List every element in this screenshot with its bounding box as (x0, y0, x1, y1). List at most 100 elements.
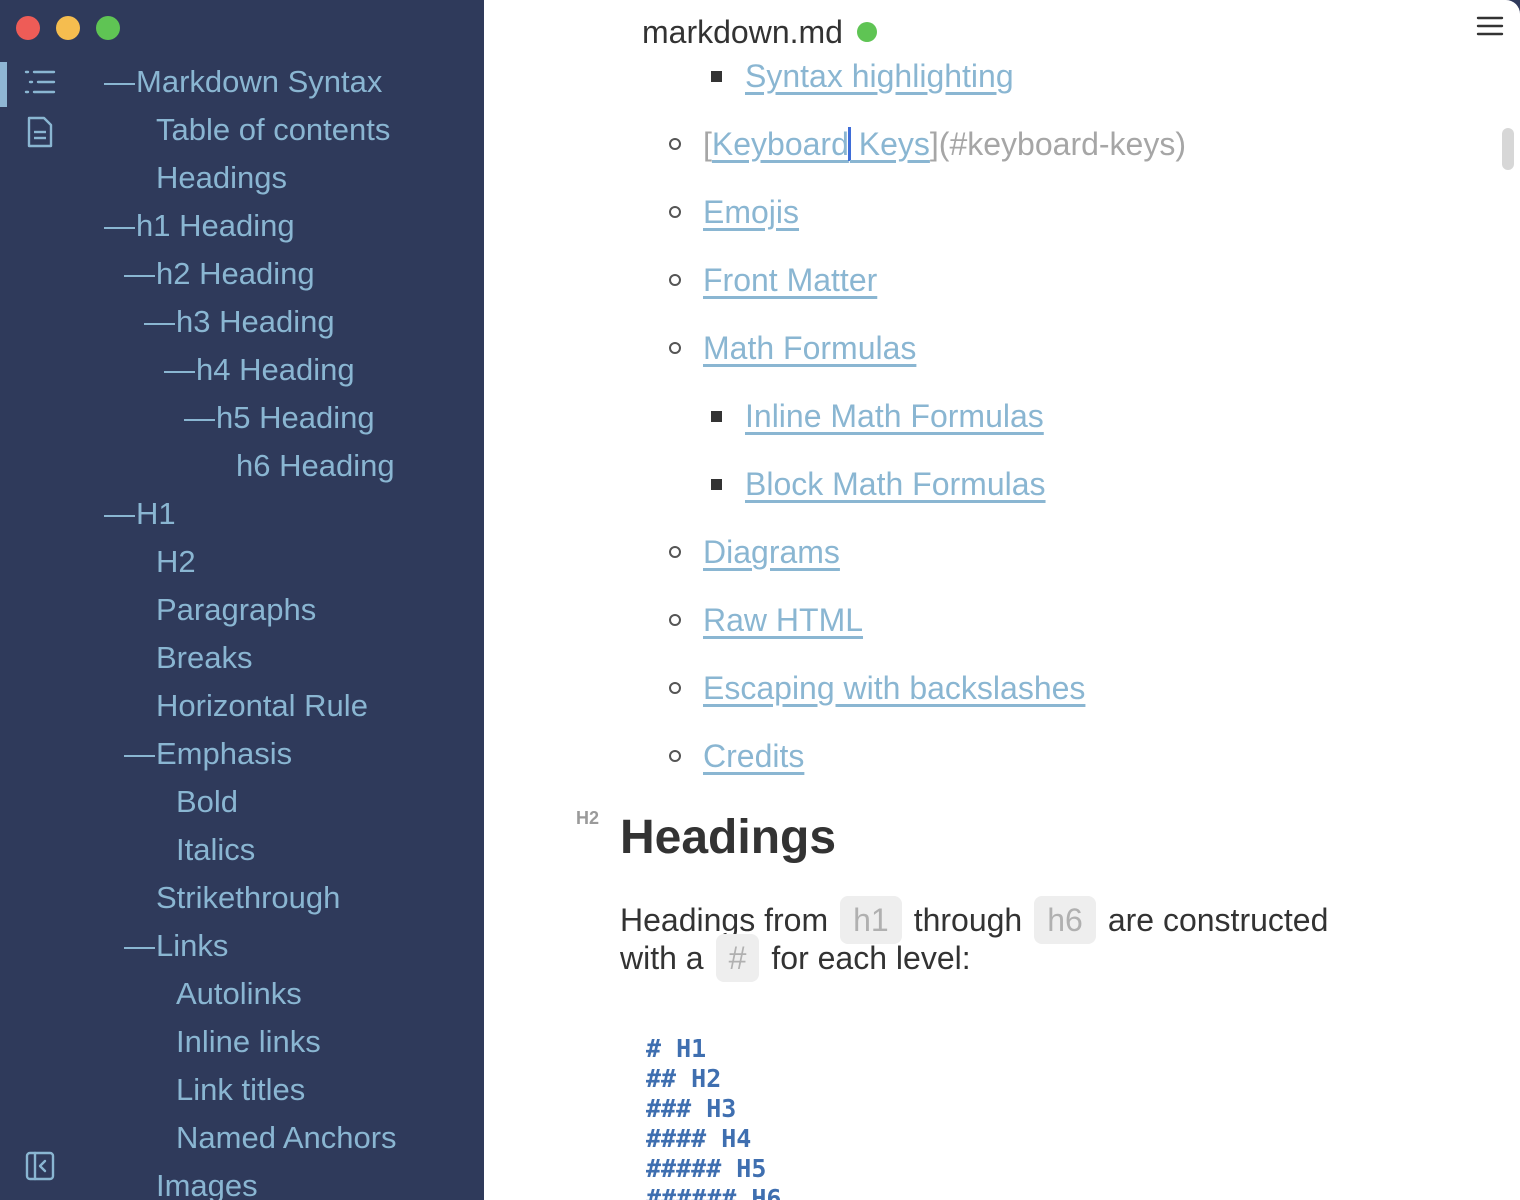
toc-item-label: h1 Heading (136, 208, 295, 243)
markdown-bracket: [ (703, 126, 712, 162)
toc-link[interactable]: Syntax highlighting (745, 58, 1014, 94)
collapse-toggle[interactable]: — (104, 490, 136, 538)
list-item: Math Formulas (703, 326, 916, 370)
editor-pane[interactable]: markdown.md Syntax highlighting [Keyboard… (484, 0, 1520, 1200)
paragraph-text: for each level: (771, 940, 971, 976)
toc-link[interactable]: Credits (703, 738, 804, 774)
toc-item[interactable]: Inline links (176, 1018, 321, 1066)
toc-item-label: Horizontal Rule (156, 688, 368, 723)
toc-item[interactable]: Link titles (176, 1066, 305, 1114)
toc-item-label: H2 (156, 544, 196, 579)
circle-bullet (669, 138, 681, 150)
toc-item[interactable]: Strikethrough (156, 874, 340, 922)
toc-link[interactable]: Raw HTML (703, 602, 863, 638)
document-title: markdown.md (642, 14, 843, 50)
circle-bullet (669, 750, 681, 762)
minimize-window-button[interactable] (56, 16, 80, 40)
toc-link[interactable]: Block Math Formulas (745, 466, 1046, 502)
toc-item[interactable]: Bold (176, 778, 238, 826)
heading-level-marker: H2 (576, 808, 600, 828)
toc-item[interactable]: Headings (156, 154, 287, 202)
circle-bullet (669, 546, 681, 558)
toc-item-label: Paragraphs (156, 592, 317, 627)
close-window-button[interactable] (16, 16, 40, 40)
toc-item-label: h6 Heading (236, 448, 395, 483)
toc-item[interactable]: —Emphasis (124, 730, 292, 778)
toc-item[interactable]: —Markdown Syntax (104, 58, 382, 106)
toc-item[interactable]: —h2 Heading (124, 250, 315, 298)
code-line: ###### H6 (646, 1184, 782, 1200)
saved-status-indicator (857, 22, 877, 42)
toc-link[interactable]: Front Matter (703, 262, 877, 298)
section-heading: Headings (620, 811, 837, 864)
list-item: Credits (703, 734, 804, 778)
circle-bullet (669, 274, 681, 286)
toc-item-label: Images (156, 1168, 258, 1200)
toc-link[interactable]: Keys (850, 126, 930, 162)
collapse-toggle[interactable]: — (104, 202, 136, 250)
list-item: Syntax highlighting (745, 54, 1014, 98)
toc-item[interactable]: Paragraphs (156, 586, 316, 634)
collapse-toggle[interactable]: — (164, 346, 196, 394)
toc-item[interactable]: Italics (176, 826, 255, 874)
collapse-toggle[interactable]: — (184, 394, 216, 442)
toc-item-label: Inline links (176, 1024, 321, 1059)
toc-link[interactable]: Escaping with backslashes (703, 670, 1085, 706)
collapse-toggle[interactable]: — (104, 58, 136, 106)
list-item: Emojis (703, 190, 799, 234)
toc-item-label: Links (156, 928, 229, 963)
scrollbar-thumb[interactable] (1502, 128, 1514, 170)
hamburger-menu-icon[interactable] (1476, 12, 1504, 40)
toc-link[interactable]: Emojis (703, 194, 799, 230)
document-icon[interactable] (22, 114, 58, 150)
list-item: Front Matter (703, 258, 877, 302)
list-item: Block Math Formulas (745, 462, 1046, 506)
collapse-toggle[interactable]: — (124, 730, 156, 778)
circle-bullet (669, 682, 681, 694)
paragraph-text: Headings from (620, 902, 829, 938)
toc-link[interactable]: Keyboard (712, 126, 849, 162)
toc-item-label: Strikethrough (156, 880, 341, 915)
toc-item-label: Link titles (176, 1072, 306, 1107)
collapse-toggle[interactable]: — (124, 922, 156, 970)
collapse-toggle[interactable]: — (124, 250, 156, 298)
list-item: Escaping with backslashes (703, 666, 1085, 710)
toc-item[interactable]: H2 (156, 538, 196, 586)
paragraph-line-2: with a # for each level: (620, 934, 971, 982)
toc-item[interactable]: —h4 Heading (164, 346, 355, 394)
toc-item-label: Breaks (156, 640, 253, 675)
toc-item-label: h5 Heading (216, 400, 375, 435)
circle-bullet (669, 206, 681, 218)
toc-item-label: Table of contents (156, 112, 391, 147)
toc-item-label: Italics (176, 832, 256, 867)
toc-link[interactable]: Inline Math Formulas (745, 398, 1044, 434)
list-outline-icon[interactable] (22, 64, 58, 100)
toc-item[interactable]: Named Anchors (176, 1114, 397, 1162)
collapse-sidebar-icon[interactable] (24, 1150, 56, 1182)
toc-item[interactable]: h6 Heading (236, 442, 395, 490)
square-bullet (711, 411, 722, 422)
paragraph-text: through (913, 902, 1023, 938)
toc-item[interactable]: —h5 Heading (184, 394, 375, 442)
code-line: ##### H5 (646, 1154, 767, 1183)
toc-item[interactable]: Images (156, 1162, 258, 1200)
toc-item-label: h2 Heading (156, 256, 315, 291)
toc-item[interactable]: —H1 (104, 490, 176, 538)
toc-item-label: Named Anchors (176, 1120, 397, 1155)
markdown-bracket: ] (929, 126, 939, 162)
collapse-toggle[interactable]: — (144, 298, 176, 346)
toc-item[interactable]: —h1 Heading (104, 202, 295, 250)
code-line: #### H4 (646, 1124, 752, 1153)
toc-item[interactable]: —Links (124, 922, 228, 970)
toc-item[interactable]: Horizontal Rule (156, 682, 368, 730)
paragraph-text: with a (620, 940, 704, 976)
toc-item[interactable]: —h3 Heading (144, 298, 335, 346)
toc-item[interactable]: Table of contents (156, 106, 390, 154)
list-item: Diagrams (703, 530, 840, 574)
toc-link[interactable]: Math Formulas (703, 330, 916, 366)
maximize-window-button[interactable] (96, 16, 120, 40)
toc-link[interactable]: Diagrams (703, 534, 840, 570)
code-block[interactable]: # H1 ## H2 ### H3 #### H4 ##### H5 #####… (646, 1034, 781, 1200)
toc-item[interactable]: Breaks (156, 634, 252, 682)
toc-item[interactable]: Autolinks (176, 970, 302, 1018)
